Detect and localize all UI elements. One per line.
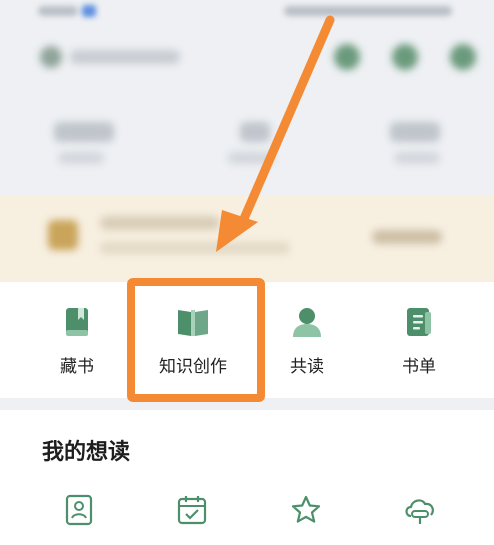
stat-item[interactable] [380,118,470,178]
header-button[interactable] [334,44,360,70]
person-icon [293,308,321,337]
bookmark-book-icon [66,308,88,336]
stats-row [0,118,494,178]
action-label: 共读 [290,357,324,377]
action-read-together[interactable]: 共读 [252,282,362,398]
wishlist-section: 我的想读 [0,410,494,545]
action-label: 书单 [402,357,436,377]
stat-item[interactable] [44,118,134,178]
cloud-icon[interactable] [402,494,438,526]
stat-item[interactable] [214,118,304,178]
profile-page: 藏书 知识创作 共读 书单 我的想读 [0,0,494,545]
star-icon[interactable] [290,494,322,526]
highlight-box [127,278,265,402]
calendar-check-icon[interactable] [176,494,208,526]
status-bar [0,0,494,26]
membership-card[interactable] [0,196,494,282]
header-button[interactable] [450,44,476,70]
action-collection[interactable]: 藏书 [22,282,132,398]
header-button[interactable] [392,44,418,70]
avatar[interactable] [40,46,62,68]
section-title: 我的想读 [42,440,131,465]
profile-card-icon[interactable] [64,494,94,526]
action-label: 藏书 [60,357,94,377]
profile-header [0,38,494,78]
action-booklist[interactable]: 书单 [364,282,474,398]
list-document-icon [407,308,431,336]
user-name [70,50,180,64]
